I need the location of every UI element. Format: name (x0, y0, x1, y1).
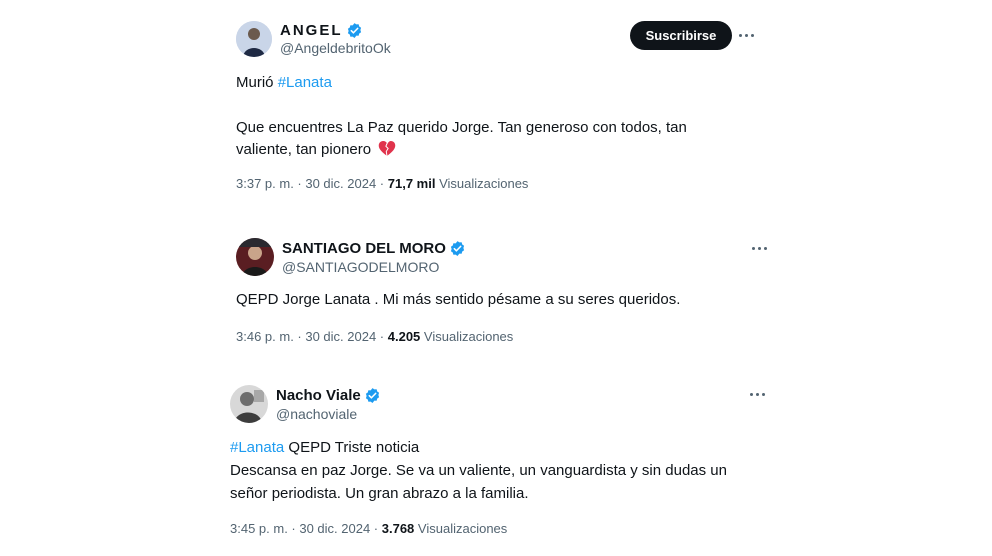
tweet-text: QEPD Triste noticia (284, 439, 420, 456)
hashtag-link[interactable]: #Lanata (230, 439, 284, 456)
verified-badge-icon (347, 23, 361, 38)
broken-heart-icon (379, 141, 396, 157)
username-handle[interactable]: @AngeldebritoOk (280, 40, 391, 56)
name-row: SANTIAGO DEL MORO (282, 240, 466, 257)
more-options-icon[interactable] (739, 31, 759, 41)
tweet-meta: 3:45 p. m. · 30 dic. 2024 · 3.768 Visual… (230, 521, 507, 536)
tweet-meta: 3:46 p. m. · 30 dic. 2024 · 4.205 Visual… (236, 329, 513, 344)
name-row: ANGEL (280, 22, 363, 39)
more-options-icon[interactable] (750, 390, 770, 400)
display-name[interactable]: Nacho Viale (276, 387, 361, 404)
avatar[interactable] (236, 21, 272, 57)
username-handle[interactable]: @SANTIAGODELMORO (282, 259, 439, 275)
tweet-text: Murió (236, 74, 278, 91)
verified-badge-icon (365, 388, 379, 403)
username-handle[interactable]: @nachoviale (276, 406, 357, 422)
tweet-text-line-1: Murió #Lanata (236, 72, 332, 94)
view-count: 3.768 (381, 521, 415, 536)
tweet-text-line-3: señor periodista. Un gran abrazo a la fa… (230, 485, 529, 502)
avatar-image (236, 21, 272, 57)
more-options-icon[interactable] (752, 244, 772, 254)
display-name[interactable]: ANGEL (280, 22, 343, 39)
avatar[interactable] (236, 238, 274, 276)
view-count: 71,7 mil (387, 176, 436, 191)
timestamp[interactable]: 3:46 p. m. · 30 dic. 2024 · (236, 329, 388, 344)
views-label: Visualizaciones (414, 521, 508, 536)
tweet-text-line-3: valiente, tan pionero (236, 139, 396, 161)
avatar-image (230, 385, 268, 423)
tweet-text-line-1: #Lanata QEPD Triste noticia (230, 437, 419, 459)
tweet-text-line-2: Que encuentres La Paz querido Jorge. Tan… (236, 119, 687, 136)
display-name[interactable]: SANTIAGO DEL MORO (282, 240, 446, 257)
tweet-text: valiente, tan pionero (236, 141, 372, 158)
views-label: Visualizaciones (435, 176, 529, 191)
verified-badge-icon (450, 241, 464, 256)
views-label: Visualizaciones (420, 329, 514, 344)
avatar[interactable] (230, 385, 268, 423)
hashtag-link[interactable]: #Lanata (278, 74, 332, 91)
tweet-meta: 3:37 p. m. · 30 dic. 2024 · 71,7 mil Vis… (236, 176, 528, 191)
view-count: 4.205 (387, 329, 421, 344)
subscribe-button[interactable]: Suscribirse (630, 21, 732, 50)
name-row: Nacho Viale (276, 387, 381, 404)
avatar-image (236, 238, 274, 276)
timestamp[interactable]: 3:37 p. m. · 30 dic. 2024 · (236, 176, 388, 191)
timestamp[interactable]: 3:45 p. m. · 30 dic. 2024 · (230, 521, 382, 536)
tweet-text-line-1: QEPD Jorge Lanata . Mi más sentido pésam… (236, 291, 681, 308)
tweet-text-line-2: Descansa en paz Jorge. Se va un valiente… (230, 462, 727, 479)
